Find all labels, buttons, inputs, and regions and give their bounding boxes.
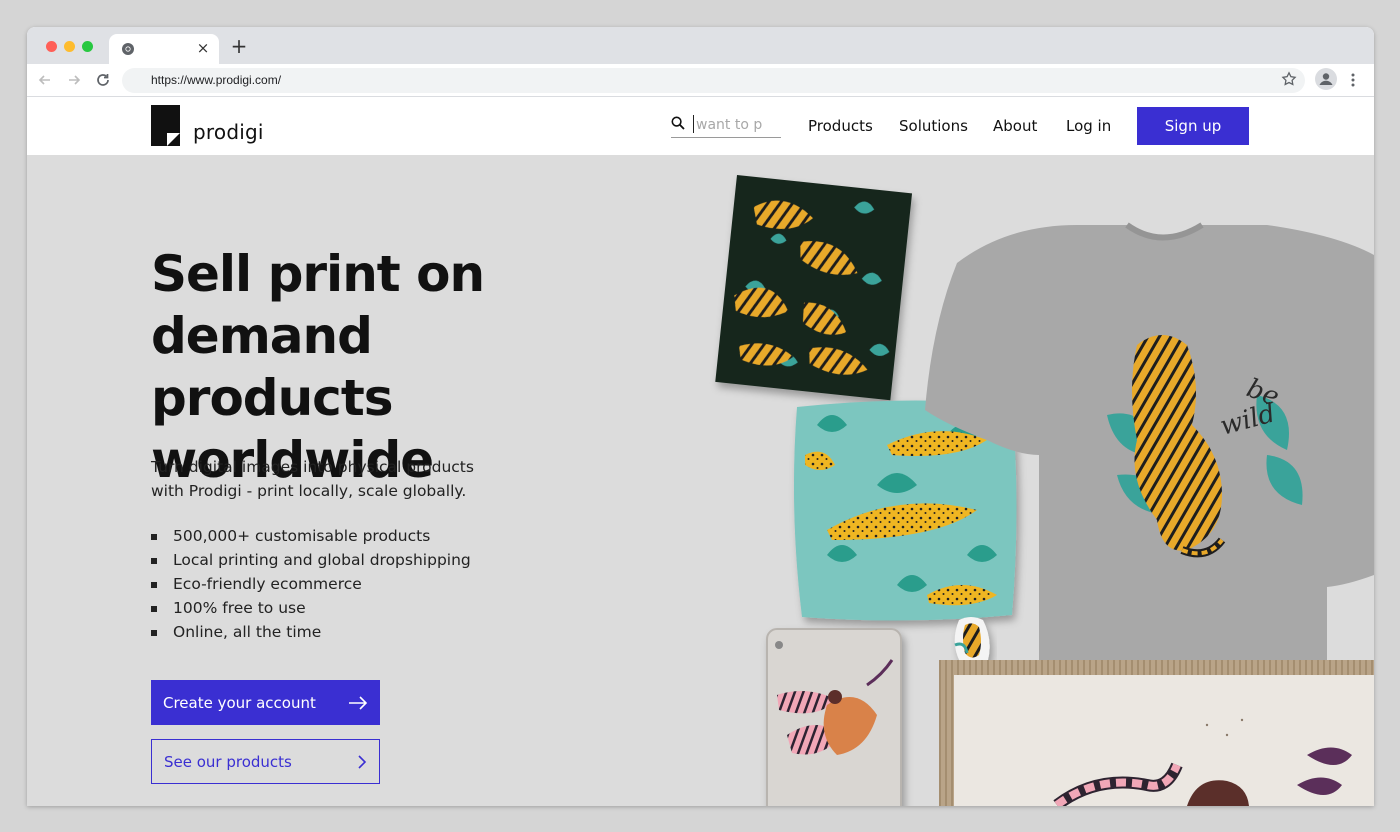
chevron-right-icon — [358, 754, 367, 769]
see-products-label: See our products — [164, 752, 292, 771]
nav-about[interactable]: About — [993, 117, 1037, 135]
close-window-button[interactable] — [46, 41, 57, 52]
browser-tab[interactable]: × — [109, 34, 219, 64]
subtext-line-2: with Prodigi - print locally, scale glob… — [151, 482, 467, 500]
menu-kebab-icon[interactable] — [1345, 70, 1361, 90]
feature-item: 500,000+ customisable products — [151, 524, 471, 548]
new-tab-button[interactable]: + — [229, 35, 249, 57]
hero-headline: Sell print on demand products worldwide — [151, 243, 611, 491]
browser-window: × + https://www.prodigi.com/ prodigi wan… — [27, 27, 1374, 806]
maximize-window-button[interactable] — [82, 41, 93, 52]
profile-avatar-icon[interactable] — [1315, 68, 1337, 90]
minimize-window-button[interactable] — [64, 41, 75, 52]
back-arrow-icon[interactable] — [37, 72, 53, 88]
feature-item: Eco-friendly ecommerce — [151, 572, 471, 596]
hero-section: be wild Sell print on demand products wo… — [27, 155, 1374, 806]
create-account-label: Create your account — [163, 693, 316, 712]
tablet-case-image — [766, 628, 902, 806]
url-text: https://www.prodigi.com/ — [151, 73, 282, 87]
nav-login[interactable]: Log in — [1066, 117, 1111, 135]
create-account-button[interactable]: Create your account — [151, 680, 380, 725]
search-icon — [671, 116, 685, 130]
feature-list: 500,000+ customisable products Local pri… — [151, 524, 471, 644]
tab-strip: × + — [27, 27, 1374, 64]
subtext-line-1: Turn digital images into physical produc… — [151, 458, 474, 476]
tiger-poster-image — [715, 175, 913, 401]
forward-arrow-icon[interactable] — [66, 72, 82, 88]
hero-subtext: Turn digital images into physical produc… — [151, 455, 511, 503]
arrow-right-icon — [349, 695, 368, 710]
browser-toolbar: https://www.prodigi.com/ — [27, 64, 1374, 97]
search-caret — [693, 115, 694, 133]
address-bar[interactable]: https://www.prodigi.com/ — [122, 68, 1305, 93]
see-products-button[interactable]: See our products — [151, 739, 380, 784]
framed-print-image — [939, 660, 1374, 806]
site-search[interactable] — [671, 112, 781, 138]
feature-item: Local printing and global dropshipping — [151, 548, 471, 572]
prodigi-logo-icon[interactable] — [151, 105, 180, 146]
tab-close-icon[interactable]: × — [195, 38, 211, 58]
feature-item: 100% free to use — [151, 596, 471, 620]
favicon-icon — [122, 43, 134, 55]
logo-wordmark[interactable]: prodigi — [193, 120, 264, 144]
bookmark-star-icon[interactable] — [1281, 71, 1297, 87]
site-header: prodigi Products Solutions About Log in … — [27, 98, 1374, 155]
signup-button[interactable]: Sign up — [1137, 107, 1249, 145]
nav-products[interactable]: Products — [808, 117, 873, 135]
headline-line-2: demand products — [151, 307, 394, 427]
reload-icon[interactable] — [95, 72, 111, 88]
headline-line-1: Sell print on — [151, 245, 485, 303]
nav-solutions[interactable]: Solutions — [899, 117, 968, 135]
search-input[interactable] — [696, 114, 780, 136]
feature-item: Online, all the time — [151, 620, 471, 644]
